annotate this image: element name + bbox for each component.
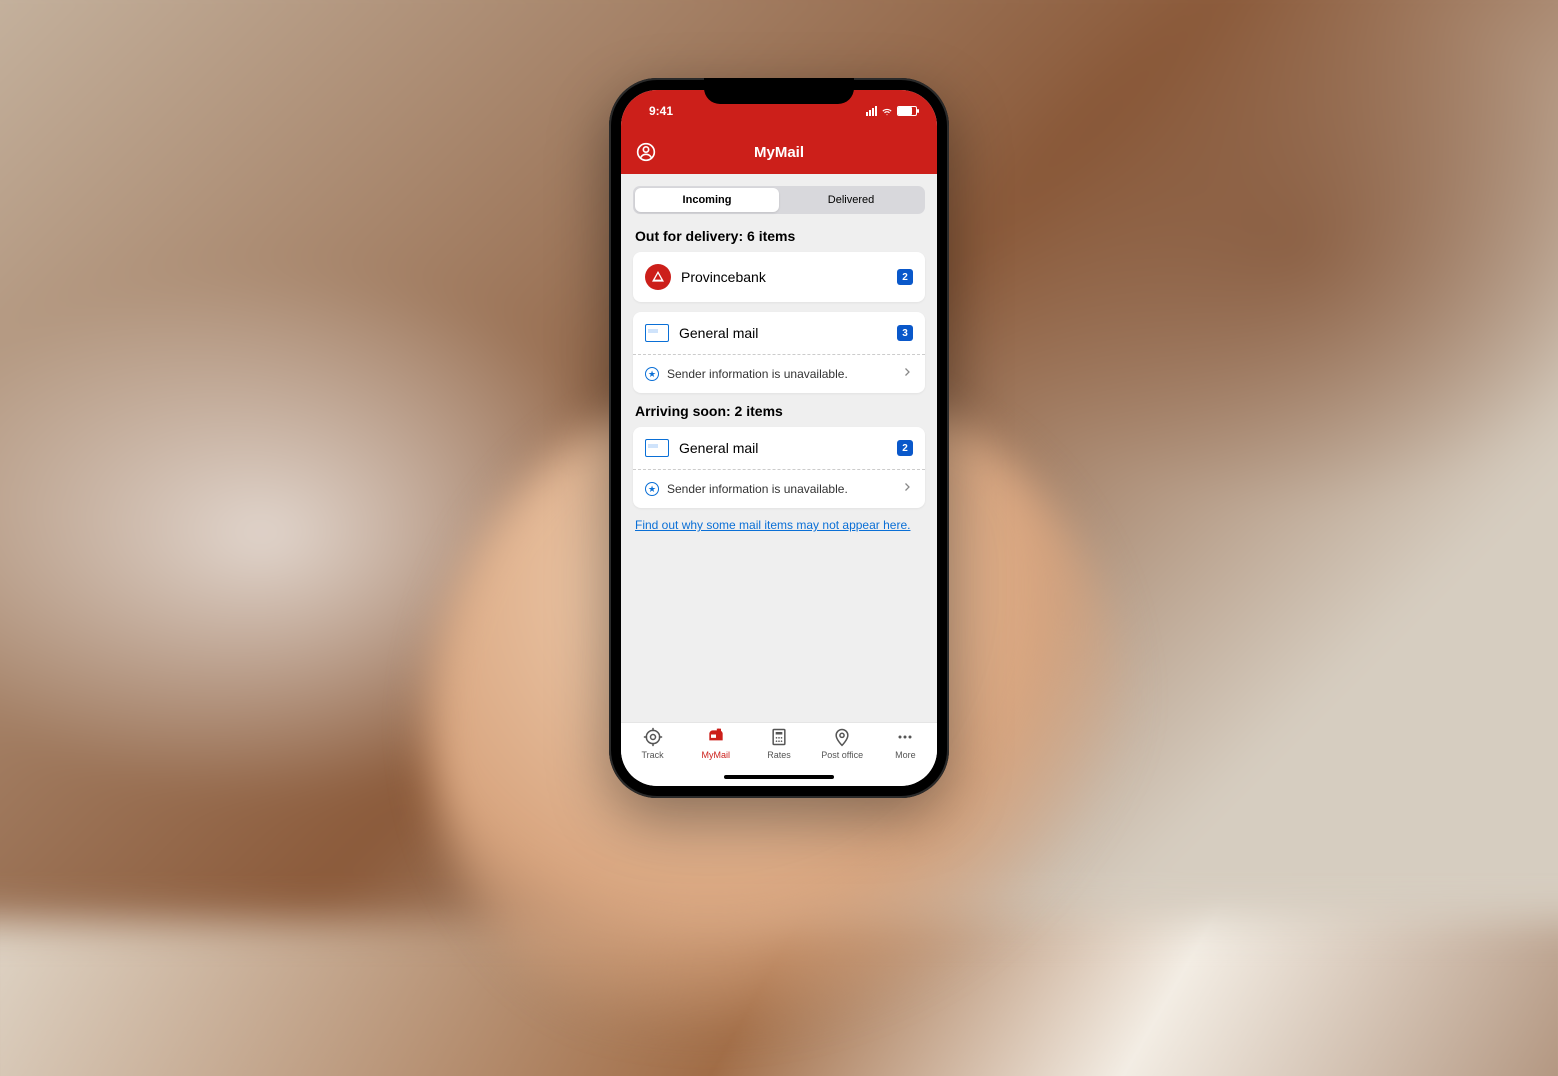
mail-card[interactable]: Provincebank 2: [633, 252, 925, 302]
chevron-right-icon: [901, 365, 913, 383]
tab-more[interactable]: More: [874, 727, 937, 786]
status-time: 9:41: [649, 104, 673, 118]
mail-item-title: Provincebank: [681, 269, 887, 285]
battery-icon: [897, 106, 917, 116]
tab-label: Rates: [767, 750, 791, 760]
list-item[interactable]: Provincebank 2: [633, 252, 925, 302]
count-badge: 3: [897, 325, 913, 341]
sender-info-row[interactable]: ★ Sender information is unavailable.: [633, 354, 925, 393]
content-area[interactable]: Incoming Delivered Out for delivery: 6 i…: [621, 174, 937, 722]
mail-icon: [645, 324, 669, 342]
mail-card[interactable]: General mail 2 ★ Sender information is u…: [633, 427, 925, 508]
tab-label: More: [895, 750, 916, 760]
profile-icon: [636, 142, 656, 162]
mail-icon: [645, 439, 669, 457]
count-badge: 2: [897, 440, 913, 456]
tab-label: MyMail: [702, 750, 731, 760]
help-link[interactable]: Find out why some mail items may not app…: [635, 518, 923, 532]
mail-item-title: General mail: [679, 325, 887, 341]
section-title-out-for-delivery: Out for delivery: 6 items: [635, 228, 923, 244]
tab-label: Track: [642, 750, 664, 760]
count-badge: 2: [897, 269, 913, 285]
mail-card[interactable]: General mail 3 ★ Sender information is u…: [633, 312, 925, 393]
tab-delivered[interactable]: Delivered: [779, 188, 923, 212]
sender-info-text: Sender information is unavailable.: [667, 367, 893, 381]
location-pin-icon: [832, 727, 852, 747]
wifi-icon: [881, 106, 893, 116]
tab-label: Post office: [821, 750, 863, 760]
tab-track[interactable]: Track: [621, 727, 684, 786]
tab-incoming[interactable]: Incoming: [635, 188, 779, 212]
phone-frame: 9:41 MyMail Incoming Deliver: [609, 78, 949, 798]
mailbox-icon: [706, 727, 726, 747]
target-icon: [643, 727, 663, 747]
segmented-control: Incoming Delivered: [633, 186, 925, 214]
list-item[interactable]: General mail 3: [633, 312, 925, 354]
app-header: MyMail: [621, 130, 937, 174]
list-item[interactable]: General mail 2: [633, 427, 925, 469]
status-icons: [866, 106, 917, 116]
calculator-icon: [769, 727, 789, 747]
screen: 9:41 MyMail Incoming Deliver: [621, 90, 937, 786]
sender-info-row[interactable]: ★ Sender information is unavailable.: [633, 469, 925, 508]
profile-button[interactable]: [635, 141, 657, 163]
provincebank-logo-icon: [645, 264, 671, 290]
info-star-icon: ★: [645, 482, 659, 496]
home-indicator[interactable]: [724, 775, 834, 779]
info-star-icon: ★: [645, 367, 659, 381]
page-title: MyMail: [754, 144, 804, 161]
cellular-icon: [866, 106, 877, 116]
section-title-arriving-soon: Arriving soon: 2 items: [635, 403, 923, 419]
chevron-right-icon: [901, 480, 913, 498]
sender-info-text: Sender information is unavailable.: [667, 482, 893, 496]
more-dots-icon: [895, 727, 915, 747]
mail-item-title: General mail: [679, 440, 887, 456]
notch: [704, 78, 854, 104]
